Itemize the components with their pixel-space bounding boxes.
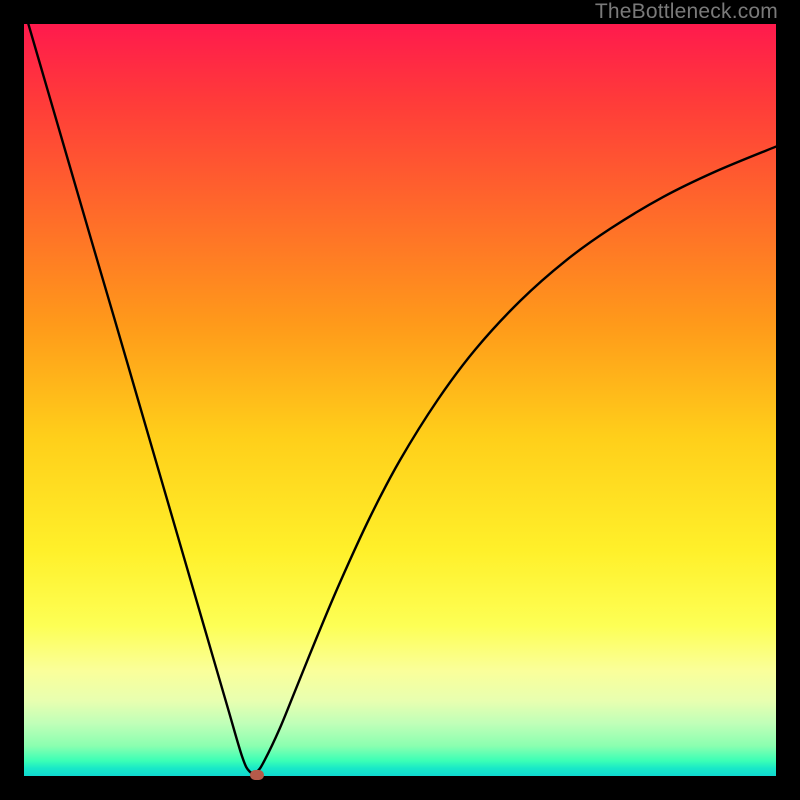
watermark-text: TheBottleneck.com xyxy=(595,0,778,24)
chart-frame: TheBottleneck.com xyxy=(0,0,800,800)
curve-path xyxy=(24,9,776,773)
bottleneck-curve xyxy=(24,24,776,776)
chart-plot-area xyxy=(24,24,776,776)
optimum-marker xyxy=(250,770,264,780)
